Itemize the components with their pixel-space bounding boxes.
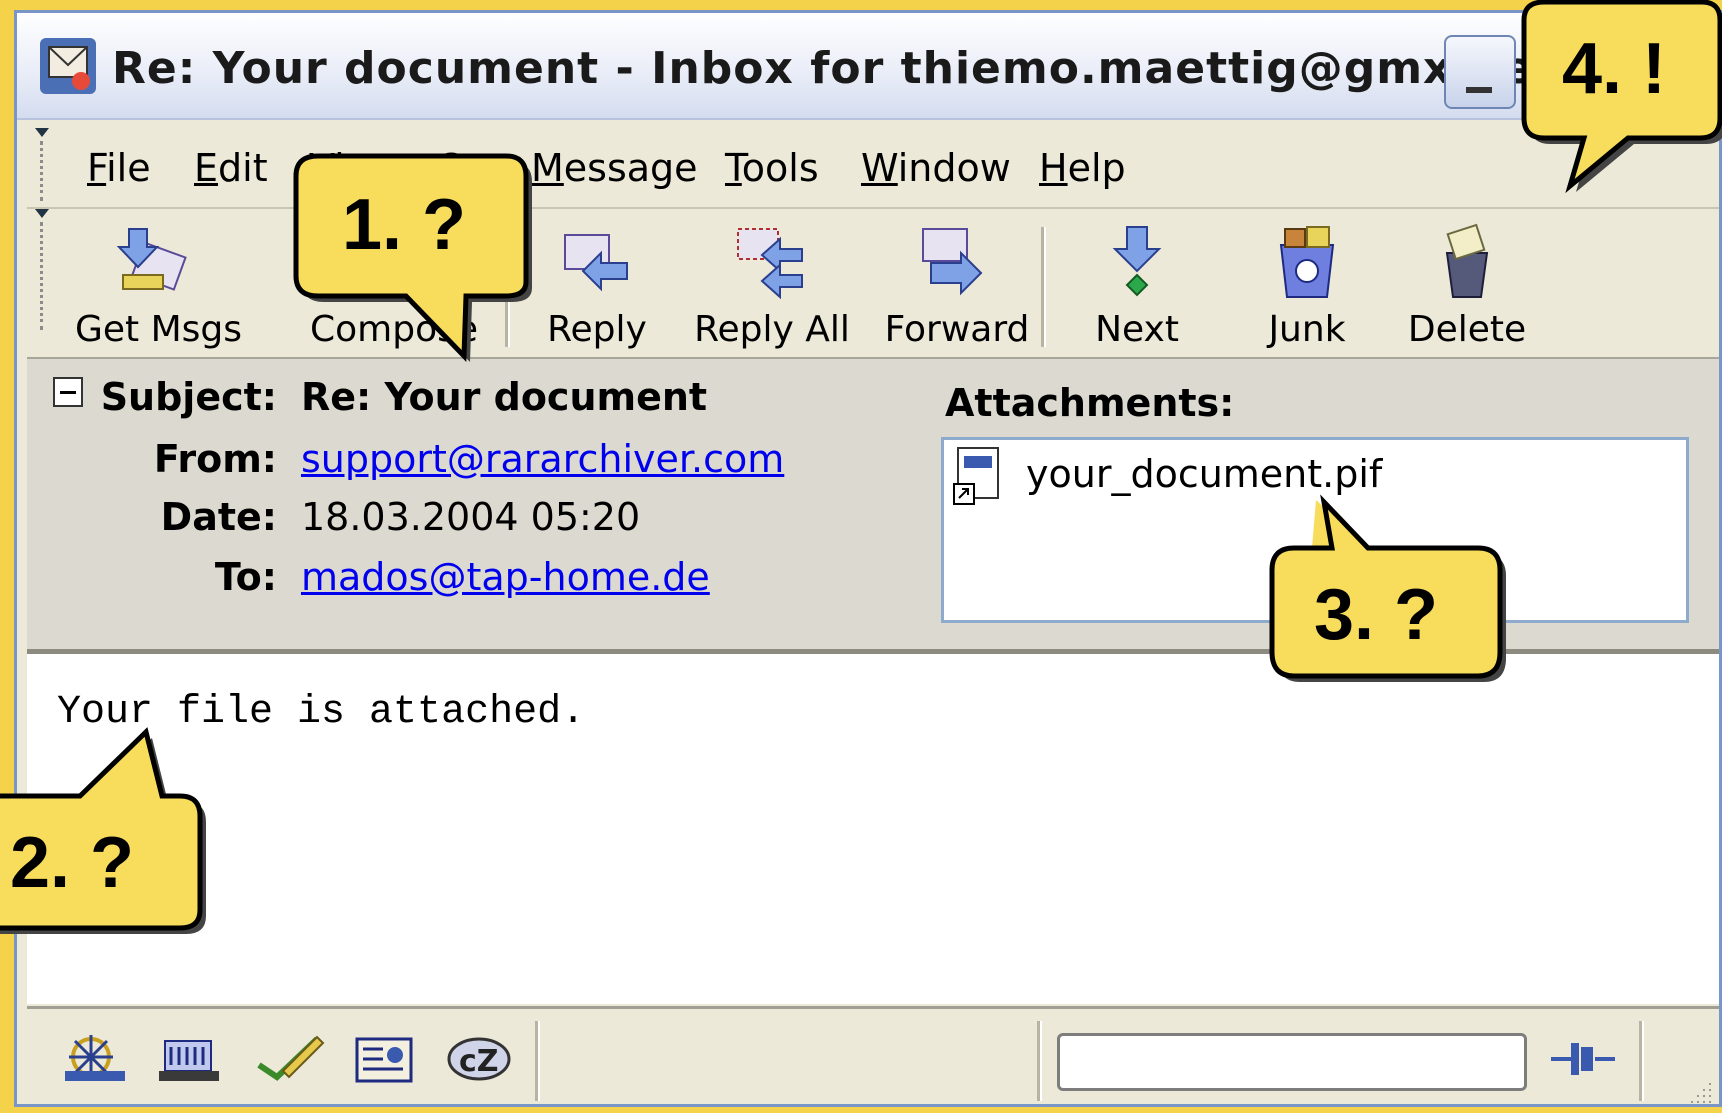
from-link[interactable]: support@rararchiver.com	[301, 437, 784, 481]
to-label: To:	[214, 555, 277, 599]
attachment-item[interactable]: your_document.pif	[1026, 452, 1382, 496]
reply-all-icon	[737, 228, 803, 300]
composer-icon[interactable]	[253, 1031, 325, 1087]
delete-label: Delete	[1407, 309, 1527, 350]
address-book-icon[interactable]	[349, 1031, 421, 1087]
toolbar-grip-icon[interactable]	[35, 209, 49, 330]
message-body-text: Your file is attached.	[57, 690, 586, 735]
trash-icon	[1445, 223, 1489, 298]
forward-icon	[922, 228, 983, 296]
forward-button[interactable]: Forward	[877, 209, 1037, 357]
subject-label: Subject:	[100, 375, 277, 419]
junk-label: Junk	[1268, 309, 1346, 350]
reply-all-button[interactable]: Reply All	[687, 209, 857, 357]
reply-label: Reply	[547, 309, 647, 350]
get-mail-icon	[116, 228, 187, 291]
status-bar: cZ	[27, 1006, 1719, 1113]
toolbar-separator	[1041, 227, 1046, 347]
callout-3-text: 3. ?	[1314, 575, 1439, 655]
menubar-grip-icon[interactable]	[35, 128, 49, 201]
date-value: 18.03.2004 05:20	[301, 495, 641, 539]
next-button[interactable]: Next	[1067, 209, 1207, 357]
menu-file[interactable]: File	[87, 146, 151, 190]
reply-icon	[564, 234, 628, 292]
from-label: From:	[153, 437, 277, 481]
minimize-icon	[1466, 87, 1492, 93]
to-link[interactable]: mados@tap-home.de	[301, 555, 710, 599]
delete-button[interactable]: Delete	[1387, 209, 1547, 357]
junk-icon	[1279, 226, 1335, 298]
get-msgs-label: Get Msgs	[75, 309, 243, 350]
irc-chat-icon[interactable]: cZ	[443, 1031, 515, 1087]
statusbar-separator	[1037, 1021, 1042, 1101]
mail-icon[interactable]	[155, 1031, 227, 1087]
title-bar[interactable]: Re: Your document - Inbox for thiemo.mae…	[17, 13, 1719, 120]
callout-2-text: 2. ?	[10, 823, 135, 903]
junk-button[interactable]: Junk	[1237, 209, 1377, 357]
get-msgs-button[interactable]: Get Msgs	[75, 209, 243, 357]
reply-all-label: Reply All	[694, 309, 850, 350]
next-arrow-icon	[1112, 226, 1162, 297]
forward-label: Forward	[884, 309, 1030, 350]
next-label: Next	[1095, 309, 1179, 350]
message-body-pane: Your file is attached.	[27, 654, 1719, 1004]
progress-bar	[1057, 1033, 1527, 1091]
menu-message[interactable]: Message	[531, 146, 698, 190]
statusbar-separator	[535, 1021, 540, 1101]
pif-file-icon	[953, 447, 999, 505]
statusbar-separator	[1639, 1021, 1644, 1101]
attachments-label: Attachments:	[945, 381, 1235, 425]
subject-value: Re: Your document	[301, 375, 708, 419]
menu-bar: File Edit View Go Message Tools Window H…	[27, 120, 1719, 209]
callout-1-text: 1. ?	[342, 185, 467, 265]
resize-grip-icon[interactable]	[1683, 1077, 1713, 1107]
menu-window[interactable]: Window	[861, 146, 1011, 190]
reply-button[interactable]: Reply	[527, 209, 667, 357]
toolbar: Get Msgs Compose Reply Reply All Forward…	[27, 209, 1719, 359]
menu-tools[interactable]: Tools	[725, 146, 819, 190]
date-label: Date:	[160, 495, 277, 539]
callout-4-text: 4. !	[1562, 29, 1667, 109]
online-status-icon[interactable]	[1547, 1031, 1619, 1087]
svg-text:cZ: cZ	[459, 1044, 499, 1079]
menu-help[interactable]: Help	[1039, 146, 1126, 190]
navigator-icon[interactable]	[59, 1031, 131, 1087]
app-icon	[40, 38, 96, 94]
minimize-button[interactable]	[1444, 35, 1516, 109]
window-title: Re: Your document - Inbox for thiemo.mae…	[112, 43, 1603, 94]
menu-edit[interactable]: Edit	[194, 146, 268, 190]
